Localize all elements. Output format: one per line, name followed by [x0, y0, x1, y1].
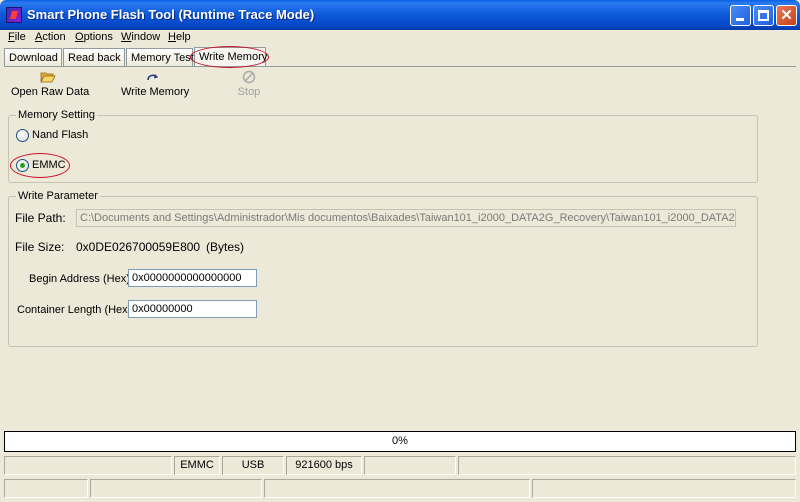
write-memory-button[interactable]: Write Memory — [121, 70, 189, 98]
stop-label: Stop — [237, 86, 261, 98]
status-pane-empty-4 — [4, 479, 88, 498]
nand-flash-label[interactable]: Nand Flash — [32, 129, 88, 141]
container-length-input[interactable]: 0x00000000 — [128, 300, 257, 318]
menu-options[interactable]: Options — [75, 31, 113, 43]
menu-window-label: indow — [131, 31, 161, 43]
status-pane-empty-7 — [532, 479, 796, 498]
menu-bar: File Action Options Window Help — [4, 30, 796, 46]
menu-help-label: elp — [175, 31, 191, 43]
maximize-icon — [758, 10, 769, 21]
menu-action[interactable]: Action — [35, 31, 66, 43]
menu-window-mnemonic: W — [121, 31, 132, 43]
progress-bar: 0% — [4, 431, 796, 452]
status-memory-type: EMMC — [174, 456, 220, 475]
redo-arrow-icon — [145, 70, 161, 84]
menu-file[interactable]: File — [8, 31, 26, 43]
stop-button[interactable]: Stop — [236, 70, 262, 98]
menu-window[interactable]: Window — [121, 31, 160, 43]
menu-file-label: ile — [14, 31, 26, 43]
status-interface: USB — [222, 456, 284, 475]
menu-file-mnemonic: F — [8, 31, 15, 43]
menu-action-label: ction — [42, 31, 66, 43]
status-pane-empty-1 — [4, 456, 172, 475]
app-icon — [6, 7, 22, 23]
tab-memory-test[interactable]: Memory Test — [126, 48, 194, 67]
emmc-label[interactable]: EMMC — [32, 159, 66, 171]
tab-download[interactable]: Download — [4, 48, 62, 67]
menu-options-mnemonic: O — [75, 31, 84, 43]
tab-read-back[interactable]: Read back — [63, 48, 125, 67]
minimize-icon — [736, 18, 744, 21]
open-raw-data-label: Open Raw Data — [11, 86, 90, 98]
title-bar[interactable]: Smart Phone Flash Tool (Runtime Trace Mo… — [0, 0, 800, 30]
menu-help[interactable]: Help — [168, 31, 191, 43]
folder-open-icon — [40, 70, 56, 84]
tab-write-memory[interactable]: Write Memory — [194, 47, 267, 67]
tab-panel-border — [4, 66, 796, 67]
emmc-radio[interactable] — [16, 159, 29, 172]
progress-text: 0% — [392, 435, 408, 447]
file-path-field[interactable]: C:\Documents and Settings\Administrador\… — [76, 209, 736, 227]
status-bar-secondary — [0, 477, 800, 499]
begin-address-input[interactable]: 0x0000000000000000 — [128, 269, 257, 287]
memory-setting-title: Memory Setting — [16, 109, 98, 121]
file-path-label: File Path: — [15, 211, 66, 225]
container-length-label: Container Length (Hex) : — [17, 304, 138, 316]
stop-icon — [241, 70, 257, 84]
write-parameter-title: Write Parameter — [16, 190, 100, 202]
memory-setting-group — [8, 115, 758, 183]
status-pane-empty-3 — [458, 456, 796, 475]
maximize-button[interactable] — [753, 5, 774, 26]
status-pane-empty-5 — [90, 479, 262, 498]
open-raw-data-button[interactable]: Open Raw Data — [11, 70, 89, 98]
file-size-value: 0x0DE026700059E800 — [76, 240, 201, 254]
close-icon: ✕ — [780, 7, 793, 24]
write-memory-label: Write Memory — [121, 86, 190, 98]
status-pane-empty-2 — [364, 456, 456, 475]
menu-help-mnemonic: H — [168, 31, 176, 43]
status-bar: EMMC USB 921600 bps — [0, 454, 800, 476]
file-size-label: File Size: — [15, 240, 65, 254]
nand-flash-radio[interactable] — [16, 129, 29, 142]
close-button[interactable]: ✕ — [776, 5, 797, 26]
window-title: Smart Phone Flash Tool (Runtime Trace Mo… — [27, 7, 315, 22]
status-baud-rate: 921600 bps — [286, 456, 362, 475]
menu-options-label: ptions — [83, 31, 113, 43]
file-size-unit: (Bytes) — [206, 240, 245, 254]
begin-address-label: Begin Address (Hex) : — [29, 273, 136, 285]
status-pane-empty-6 — [264, 479, 530, 498]
minimize-button[interactable] — [730, 5, 751, 26]
